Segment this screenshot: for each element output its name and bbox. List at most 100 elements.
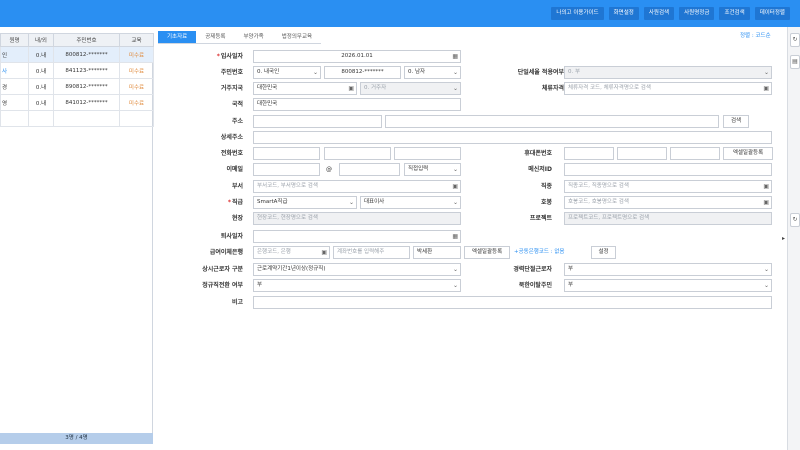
email-domain-input[interactable] [339,163,400,176]
email-id-input[interactable] [253,163,320,176]
gender-select[interactable]: 0. 남자 ⌄ [404,66,461,79]
note-label: 비고 [231,299,243,306]
search-icon[interactable]: ▣ [321,248,327,258]
row-hire-date: *입사일자 2026.01.01 ▦ [158,50,776,66]
rail-document-icon[interactable]: ▤ [790,55,800,69]
address-detail-label: 상세주소 [220,134,243,141]
leave-date-label: 퇴사일자 [220,233,243,240]
phone-input-3[interactable] [394,147,461,160]
nation-type-select[interactable]: 0. 내국인 ⌄ [253,66,321,79]
tab-dependents[interactable]: 부양가족 [234,31,273,44]
account-holder-input[interactable]: 박세환 [413,246,461,259]
collapse-arrow-icon[interactable]: ▸ [782,235,785,242]
col-header-type[interactable]: 내/외 [28,33,54,47]
col-header-ssn[interactable]: 주민번호 [53,33,120,47]
row-bank: 급여이체은행 은행코드, 은행 ▣ 계좌번호를 입력해주 박세환 엑셀일괄등록 +… [158,246,776,262]
chevron-down-icon: ⌄ [452,166,458,173]
calendar-icon[interactable]: ▦ [452,232,458,242]
account-number-input[interactable]: 계좌번호를 입력해주 [333,246,410,259]
table-row[interactable]: 인 0.내 800812-******* 미수료 [0,46,154,63]
table-row[interactable]: 사 0.내 841123-******* 미수료 [0,62,154,79]
chevron-down-icon: ⌄ [452,85,458,92]
screen-settings-button[interactable]: 화면설정 [608,7,639,20]
ssn-label: 주민번호 [220,69,243,76]
employee-search-button[interactable]: 사원검색 [643,7,675,20]
north-defector-label: 북한이탈주민 [518,282,552,289]
email-label: 이메일 [226,166,243,173]
employee-order-button[interactable]: 사원명정금 [679,7,715,20]
address-label: 주소 [231,118,243,125]
phone-input-2[interactable] [324,147,391,160]
regular-worker-select[interactable]: 근로계약기간1년이상(정규직) ⌄ [253,263,461,276]
site-input[interactable]: 현장코드, 현장명으로 검색 [253,212,461,225]
residence-country-input[interactable]: 대한민국 ▣ [253,82,357,95]
job-input[interactable]: 직종코드, 직종명으로 검색 ▣ [564,180,772,193]
messenger-input[interactable] [564,163,772,176]
top-button-group: 나의고 이용가이드 화면설정 사원검색 사원명정금 조건검색 데이터정렬 [551,7,790,20]
search-icon[interactable]: ▣ [763,198,769,208]
residence-country-label: 거주지국 [220,85,243,92]
address-input[interactable] [385,115,719,128]
top-bar: 나의고 이용가이드 화면설정 사원검색 사원명정금 조건검색 데이터정렬 [0,0,800,27]
bank-setup-button[interactable]: 설정 [591,246,616,259]
row-note: 비고 [158,296,776,312]
note-input[interactable] [253,296,772,309]
mobile-input-1[interactable] [564,147,614,160]
guide-button[interactable]: 나의고 이용가이드 [551,7,604,20]
hire-date-input[interactable]: 2026.01.01 ▦ [253,50,461,63]
mobile-input-2[interactable] [617,147,667,160]
dept-label: 부서 [231,183,243,190]
project-input[interactable]: 프로젝트코드, 프로젝트명으로 검색 [564,212,772,225]
career-break-select[interactable]: 부 ⌄ [564,263,772,276]
condition-search-button[interactable]: 조건검색 [719,7,750,20]
visa-input[interactable]: 체류자격 코드, 체류자격명으로 검색 ▣ [564,82,772,95]
rank-input[interactable]: 호봉코드, 호봉명으로 검색 ▣ [564,196,772,209]
bank-code-input[interactable]: 은행코드, 은행 ▣ [253,246,330,259]
regular-worker-label: 상시근로자 구분 [202,266,243,273]
position-select[interactable]: SmartA직급 ⌄ [253,196,357,209]
address-search-button[interactable]: 검색 [723,115,749,128]
bank-excel-button[interactable]: 엑셀일괄등록 [464,246,510,259]
north-defector-select[interactable]: 부 ⌄ [564,279,772,292]
table-row-empty[interactable] [0,110,154,127]
col-header-edu[interactable]: 교육 [119,33,154,47]
calendar-icon[interactable]: ▦ [452,52,458,62]
row-regular-worker: 상시근로자 구분 근로계약기간1년이상(정규직) ⌄ 경력단절근로자 부 ⌄ [158,263,776,279]
search-icon[interactable]: ▣ [763,182,769,192]
row-address-detail: 상세주소 [158,131,776,147]
search-icon[interactable]: ▣ [348,84,354,94]
rail-refresh-icon-2[interactable]: ↻ [790,213,800,227]
tab-legal-education[interactable]: 법정의무교육 [272,31,322,44]
table-row[interactable]: 경 0.내 890812-******* 미수료 [0,78,154,95]
table-row[interactable]: 영 0.내 841012-******* 미수료 [0,94,154,111]
required-mark: * [216,53,220,60]
rail-refresh-icon[interactable]: ↻ [790,33,800,47]
single-tax-select[interactable]: 0. 부 ⌄ [564,66,772,79]
row-dept: 부서 부서코드, 부서명으로 검색 ▣ 직종 직종코드, 직종명으로 검색 ▣ [158,180,776,196]
search-icon[interactable]: ▣ [763,84,769,94]
phone-input-1[interactable] [253,147,320,160]
tab-deduction[interactable]: 공제등록 [196,31,235,44]
mobile-excel-button[interactable]: 엑셀일괄등록 [723,147,773,160]
nationality-input[interactable]: 대한민국 [253,98,461,111]
title-select[interactable]: 대표이사 ⌄ [360,196,461,209]
hire-date-label: 입사일자 [220,53,243,60]
data-sort-button[interactable]: 데이터정렬 [754,7,790,20]
leave-date-input[interactable]: ▦ [253,230,461,243]
search-icon[interactable]: ▣ [452,182,458,192]
resident-select[interactable]: 0. 거주자 ⌄ [360,82,461,95]
email-domain-select[interactable]: 직접입력 ⌄ [404,163,461,176]
row-regular-conversion: 정규직전환 여부 부 ⌄ 북한이탈주민 부 ⌄ [158,279,776,295]
sort-link[interactable]: 정렬 : 코드순 [740,31,771,39]
tab-basic-info[interactable]: 기초자료 [158,31,197,44]
address-detail-input[interactable] [253,131,772,144]
row-address: 주소 검색 [158,115,776,131]
row-nationality: 국적 대한민국 [158,98,776,114]
col-header-name[interactable]: 원명 [0,33,29,47]
regular-conversion-select[interactable]: 부 ⌄ [253,279,461,292]
ssn-input[interactable]: 800812-******* [324,66,401,79]
employee-count-footer: 3명 / 4명 [0,433,153,444]
zipcode-input[interactable] [253,115,382,128]
dept-input[interactable]: 부서코드, 부서명으로 검색 ▣ [253,180,461,193]
mobile-input-3[interactable] [670,147,720,160]
